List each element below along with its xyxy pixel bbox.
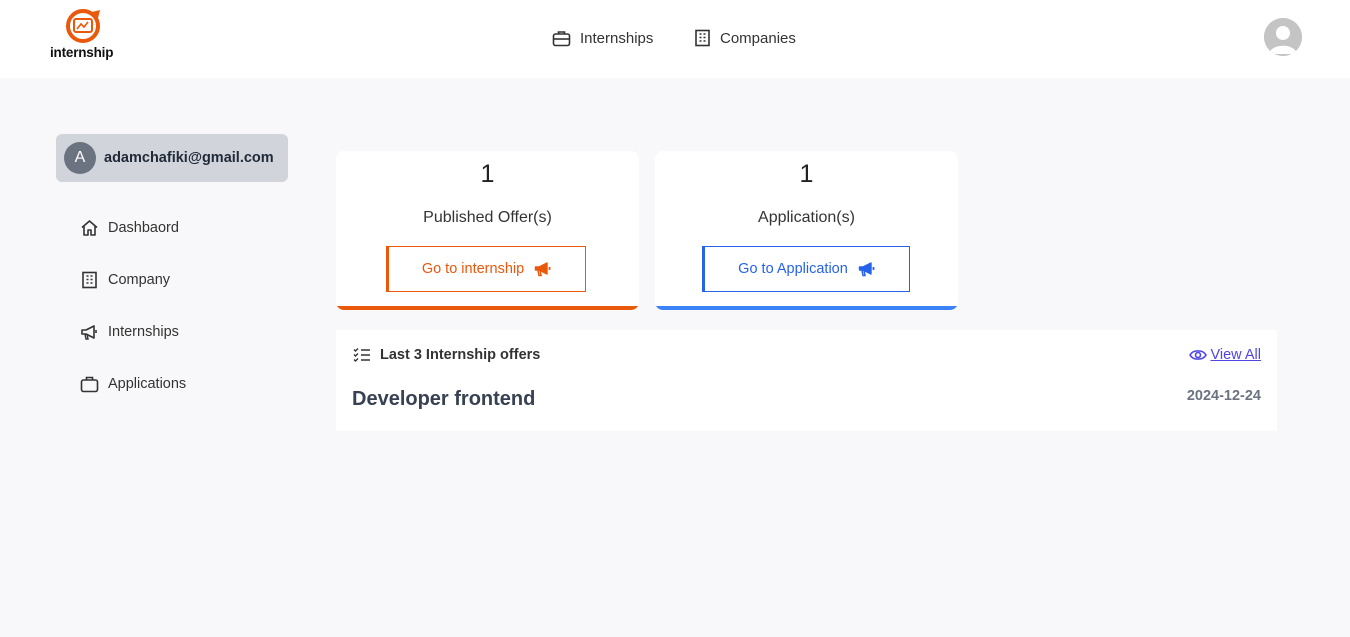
megaphone-icon: [81, 325, 97, 340]
building-icon: [82, 271, 97, 289]
top-navbar: internship Internships Companies: [0, 0, 1350, 78]
nav-companies[interactable]: Companies: [694, 26, 796, 50]
logo-icon: [66, 9, 100, 43]
sidebar-item-label: Applications: [108, 376, 187, 392]
briefcase-icon: [552, 30, 571, 46]
view-all-link[interactable]: View All: [1189, 347, 1261, 363]
user-email: adamchafiki@gmail.com: [104, 150, 274, 166]
card-accent-bar: [336, 306, 639, 310]
go-to-internship-button[interactable]: Go to internship: [386, 246, 586, 292]
home-icon: [81, 220, 98, 236]
go-to-application-button[interactable]: Go to Application: [702, 246, 910, 292]
sidebar-item-applications[interactable]: Applications: [80, 372, 186, 396]
last-offers-panel: Last 3 Internship offers View All Develo…: [336, 330, 1277, 431]
megaphone-icon: [858, 262, 875, 277]
applications-count: 1: [799, 160, 814, 188]
user-chip: A adamchafiki@gmail.com: [56, 134, 288, 182]
sidebar-item-label: Dashbaord: [108, 220, 179, 236]
nav-internships-label: Internships: [580, 29, 654, 47]
megaphone-icon: [534, 262, 551, 277]
go-to-internship-label: Go to internship: [421, 261, 525, 277]
sidebar-item-company[interactable]: Company: [80, 268, 170, 292]
offer-date: 2024-12-24: [1186, 388, 1261, 404]
eye-icon: [1189, 350, 1208, 360]
briefcase-icon: [80, 376, 99, 393]
last-offers-heading-label: Last 3 Internship offers: [380, 347, 541, 363]
brand-name: internship: [50, 45, 114, 60]
offer-title[interactable]: Developer frontend: [352, 388, 535, 411]
user-initial-avatar: A: [64, 142, 96, 174]
published-offers-card: 1 Published Offer(s) Go to internship: [336, 151, 639, 310]
go-to-application-label: Go to Application: [738, 261, 848, 277]
view-all-label: View All: [1210, 347, 1261, 363]
sidebar-item-dashboard[interactable]: Dashbaord: [80, 216, 179, 240]
last-offers-heading: Last 3 Internship offers: [353, 347, 540, 363]
user-avatar[interactable]: [1264, 18, 1302, 56]
checklist-icon: [353, 348, 370, 362]
nav-internships[interactable]: Internships: [552, 26, 653, 50]
sidebar-item-internships[interactable]: Internships: [80, 320, 179, 344]
sidebar-item-label: Company: [108, 272, 171, 288]
applications-label: Application(s): [758, 209, 855, 226]
sidebar-item-label: Internships: [108, 324, 179, 340]
user-avatar-icon: [1264, 18, 1302, 56]
building-icon: [695, 29, 710, 47]
card-accent-bar: [655, 306, 958, 310]
nav-companies-label: Companies: [720, 29, 796, 47]
brand-logo[interactable]: internship: [50, 8, 120, 64]
published-offers-label: Published Offer(s): [423, 209, 552, 226]
published-offers-count: 1: [480, 160, 495, 188]
applications-card: 1 Application(s) Go to Application: [655, 151, 958, 310]
